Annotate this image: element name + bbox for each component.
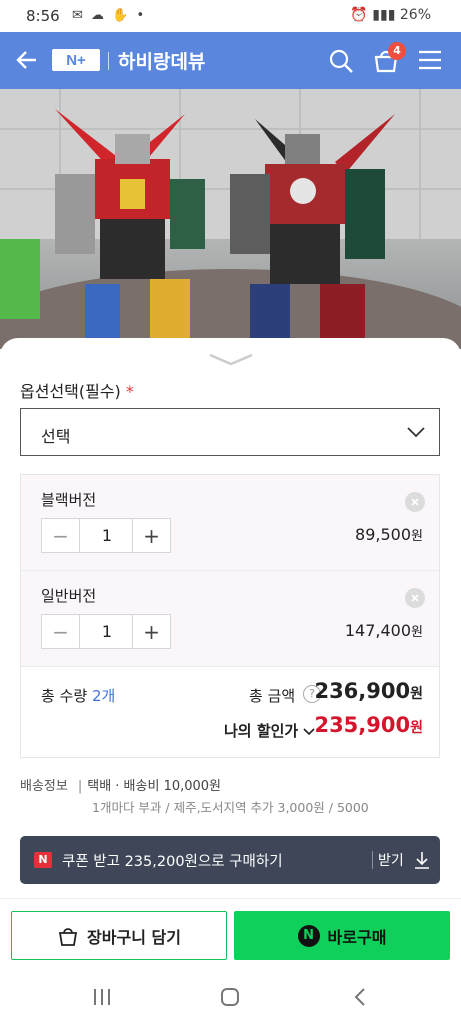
search-icon[interactable] — [328, 48, 354, 74]
coupon-banner[interactable]: N 쿠폰 받고 235,200원으로 구매하기 받기 — [20, 836, 440, 884]
total-quantity-value: 2개 — [91, 687, 116, 705]
hamburger-menu-icon[interactable] — [418, 50, 442, 70]
purchase-bar: 장바구니 담기 N 바로구매 — [0, 898, 461, 974]
naver-badge-icon: N — [34, 852, 52, 868]
shipping-info: 배송정보 | 택배 · 배송비 10,000원 — [20, 775, 221, 794]
total-quantity-label: 총 수량 — [41, 687, 88, 705]
buy-now-button[interactable]: N 바로구매 — [234, 911, 450, 960]
status-bar: 8:56 ✉ ☁ ✋ • ⏰ ▮▮▮ 26% — [0, 0, 461, 32]
total-amount: 236,900원 — [314, 679, 423, 703]
download-icon — [415, 852, 429, 869]
naver-pay-icon: N — [297, 924, 320, 947]
recent-apps-icon[interactable] — [92, 987, 112, 1007]
selected-option-row: 일반버전 − 1 + 147,400원 — [21, 571, 439, 667]
currency-unit: 원 — [411, 529, 423, 544]
order-totals: 총 수량 2개 총 금액 ? 236,900원 나의 할인가 235,900원 — [21, 667, 439, 757]
discount-label: 나의 할인가 — [224, 722, 299, 740]
get-coupon-label: 받기 — [378, 853, 404, 869]
chevron-down-icon — [407, 427, 425, 438]
remove-option-button[interactable] — [405, 492, 425, 512]
app-header: N+ 하비랑데뷰 4 — [0, 32, 461, 89]
option-price: 147,400원 — [345, 621, 423, 640]
option-price-value: 89,500 — [355, 525, 412, 544]
option-dropdown[interactable]: 선택 — [20, 408, 440, 456]
shipping-label: 배송정보 — [20, 779, 68, 794]
option-dropdown-value: 선택 — [41, 427, 71, 446]
close-icon — [411, 498, 419, 506]
decrease-quantity-button[interactable]: − — [42, 615, 80, 648]
add-to-cart-label: 장바구니 담기 — [87, 927, 181, 947]
buy-now-label: 바로구매 — [327, 927, 387, 947]
option-name: 블랙버전 — [41, 491, 97, 509]
quantity-value[interactable]: 1 — [80, 526, 134, 545]
android-nav-bar — [0, 973, 461, 1024]
my-discount-toggle[interactable]: 나의 할인가 — [224, 720, 316, 741]
product-image[interactable] — [0, 89, 461, 349]
notification-icons: ✉ ☁ ✋ • — [72, 8, 147, 23]
divider: | — [77, 779, 83, 794]
remove-option-button[interactable] — [405, 588, 425, 608]
decrease-quantity-button[interactable]: − — [42, 519, 80, 552]
option-label-text: 옵션선택(필수) — [20, 382, 121, 401]
discount-price: 235,900원 — [314, 713, 423, 737]
add-to-cart-button[interactable]: 장바구니 담기 — [11, 911, 227, 960]
total-amount-value: 236,900 — [314, 679, 411, 703]
quantity-stepper: − 1 + — [41, 518, 171, 553]
total-amount-label: 총 금액 — [249, 687, 296, 705]
option-price-value: 147,400 — [344, 621, 412, 640]
quantity-value[interactable]: 1 — [80, 622, 134, 641]
option-select-label: 옵션선택(필수) * — [20, 378, 134, 402]
battery-level: 26% — [399, 7, 431, 23]
currency-unit: 원 — [410, 720, 423, 736]
back-icon[interactable] — [352, 987, 368, 1007]
store-name[interactable]: 하비랑데뷰 — [118, 47, 205, 74]
currency-unit: 원 — [410, 686, 423, 702]
status-right: ⏰ ▮▮▮ 26% — [350, 7, 431, 23]
option-price: 89,500원 — [355, 525, 423, 544]
back-arrow-icon[interactable] — [14, 47, 40, 73]
selected-option-row: 블랙버전 − 1 + 89,500원 — [21, 475, 439, 571]
shipping-note: 1개마다 부과 / 제주,도서지역 추가 3,000원 / 5000 — [92, 800, 369, 815]
increase-quantity-button[interactable]: + — [132, 615, 170, 648]
home-icon[interactable] — [220, 987, 240, 1007]
close-icon — [411, 594, 419, 602]
shipping-method: 택배 · 배송비 10,000원 — [87, 779, 222, 794]
currency-unit: 원 — [411, 625, 423, 640]
naver-plus-logo[interactable]: N+ — [52, 49, 100, 71]
header-divider — [108, 52, 109, 70]
quantity-stepper: − 1 + — [41, 614, 171, 649]
option-name: 일반버전 — [41, 587, 97, 605]
robot-figures-photo — [0, 89, 461, 349]
clock: 8:56 — [26, 7, 60, 25]
increase-quantity-button[interactable]: + — [132, 519, 170, 552]
cart-count-badge: 4 — [388, 42, 406, 60]
shopping-bag-icon — [58, 927, 78, 946]
coupon-text: 쿠폰 받고 235,200원으로 구매하기 — [62, 854, 283, 870]
discount-price-value: 235,900 — [314, 713, 411, 737]
selected-options: 블랙버전 − 1 + 89,500원 일반버전 − 1 + 147,400원 총… — [20, 474, 440, 758]
sheet-collapse-chevron-icon[interactable] — [208, 352, 254, 366]
total-quantity: 총 수량 2개 — [41, 685, 115, 706]
divider — [372, 851, 373, 869]
required-mark: * — [125, 382, 134, 401]
